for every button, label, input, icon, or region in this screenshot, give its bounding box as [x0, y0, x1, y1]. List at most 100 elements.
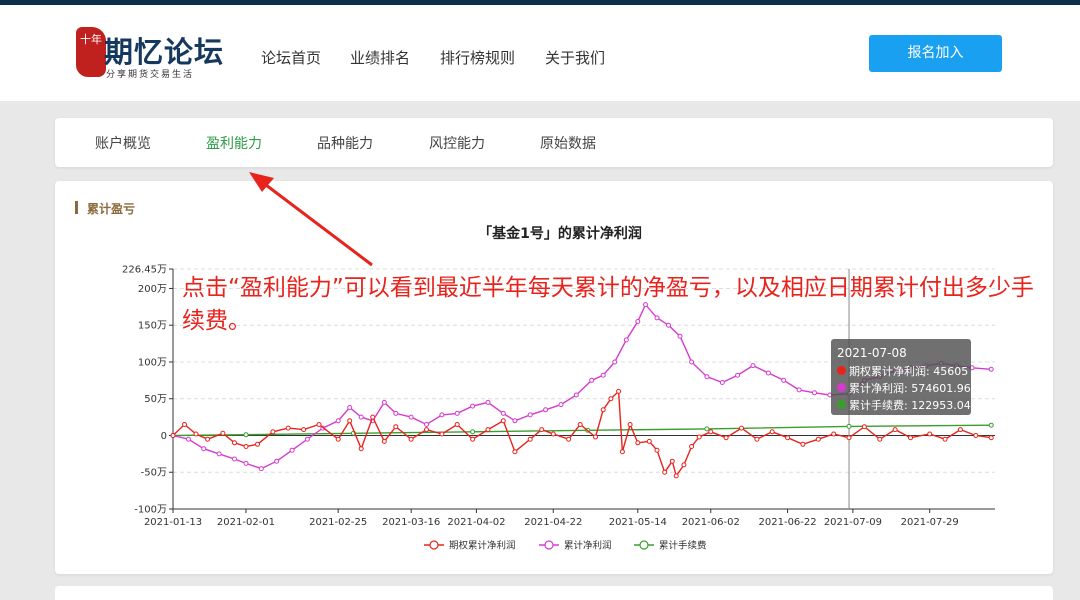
y-tick-label: 150万 [138, 321, 167, 332]
data-point [512, 418, 518, 424]
data-point [769, 429, 775, 435]
data-point [289, 447, 295, 453]
x-tick-label: 2021-06-22 [759, 517, 817, 528]
data-point [243, 444, 249, 449]
data-point [815, 436, 821, 442]
data-point [470, 429, 476, 435]
tooltip-label: 累计净利润: 574601.96 [849, 381, 971, 395]
data-point [347, 405, 353, 410]
data-point [232, 456, 237, 462]
data-point [550, 431, 556, 437]
y-tick-label: 0 [161, 431, 167, 442]
legend-label: 期权累计净利润 [449, 540, 516, 552]
data-point [600, 407, 606, 413]
data-point [424, 427, 429, 433]
data-point [470, 403, 476, 409]
data-point [335, 436, 341, 442]
data-point [454, 422, 460, 427]
data-point [439, 412, 445, 418]
data-point [635, 440, 641, 446]
data-point [735, 372, 741, 378]
y-tick-label: 226.45万 [122, 265, 167, 276]
data-point [623, 337, 629, 343]
data-point [785, 435, 791, 441]
data-point [201, 446, 207, 452]
x-tick-label: 2021-04-22 [524, 517, 582, 528]
data-point [424, 422, 429, 427]
data-point [170, 433, 176, 438]
data-point [358, 446, 364, 452]
data-point [608, 396, 614, 402]
data-point [739, 425, 744, 431]
x-tick-label: 2021-02-25 [309, 517, 367, 528]
x-tick-label: 2021-04-02 [447, 517, 505, 528]
data-point [627, 422, 633, 427]
data-point [781, 377, 787, 383]
data-point [485, 427, 491, 433]
data-point [612, 359, 618, 365]
data-point [812, 390, 817, 396]
data-point [988, 435, 994, 441]
data-point [243, 460, 249, 466]
data-point [800, 441, 806, 447]
x-tick-label: 2021-07-09 [824, 517, 882, 528]
data-point [347, 418, 353, 424]
data-point [988, 422, 994, 428]
data-point [681, 462, 687, 468]
legend-label: 累计净利润 [564, 540, 612, 552]
data-point [673, 473, 679, 479]
tooltip-dot [837, 400, 846, 409]
tooltip-row: 期权累计净利润: 45605 [837, 362, 969, 379]
data-point [301, 427, 307, 433]
x-tick-label: 2021-07-29 [901, 517, 959, 528]
tooltip-date: 2021-07-08 [837, 346, 907, 360]
data-point [600, 372, 606, 378]
data-point [470, 436, 476, 442]
data-point [485, 399, 491, 405]
y-tick-label: 200万 [138, 284, 167, 295]
data-point [616, 388, 622, 394]
data-point [316, 422, 322, 427]
tooltip-row: 累计净利润: 574601.96 [837, 379, 971, 396]
data-point [393, 410, 399, 416]
legend-swatch-marker [429, 540, 439, 550]
data-point [861, 424, 867, 430]
data-point [689, 444, 695, 449]
data-point [589, 377, 595, 383]
data-point [689, 359, 695, 365]
data-point [185, 436, 191, 442]
data-point [750, 363, 756, 369]
data-point [527, 436, 533, 442]
data-point [696, 434, 702, 440]
data-point [708, 429, 714, 435]
y-tick-label: 50万 [144, 394, 167, 405]
legend-swatch-marker [639, 540, 649, 550]
data-point [232, 440, 237, 446]
data-point [846, 423, 852, 429]
legend-label: 累计手续费 [659, 540, 707, 552]
tooltip-dot [837, 366, 846, 375]
data-point [381, 438, 387, 444]
data-point [255, 441, 260, 447]
tooltip-row: 累计手续费: 122953.04 [837, 396, 971, 413]
data-point [527, 412, 533, 418]
tooltip-label: 期权累计净利润: 45605 [849, 364, 969, 378]
data-point [719, 380, 725, 385]
y-tick-label: -100万 [134, 505, 167, 516]
data-point [558, 402, 564, 408]
tooltip-dot [837, 383, 846, 392]
data-point [182, 422, 187, 427]
data-point [408, 414, 414, 420]
data-point [973, 433, 979, 438]
data-point [216, 451, 222, 457]
data-point [877, 436, 883, 442]
x-tick-label: 2021-06-02 [682, 517, 740, 528]
data-point [205, 436, 211, 442]
data-point [942, 436, 948, 442]
x-tick-label: 2021-01-13 [144, 517, 202, 528]
data-point [669, 458, 675, 464]
y-tick-label: 100万 [138, 357, 167, 368]
data-point [704, 426, 710, 432]
legend-swatch-marker [544, 540, 554, 550]
data-point [927, 431, 933, 437]
